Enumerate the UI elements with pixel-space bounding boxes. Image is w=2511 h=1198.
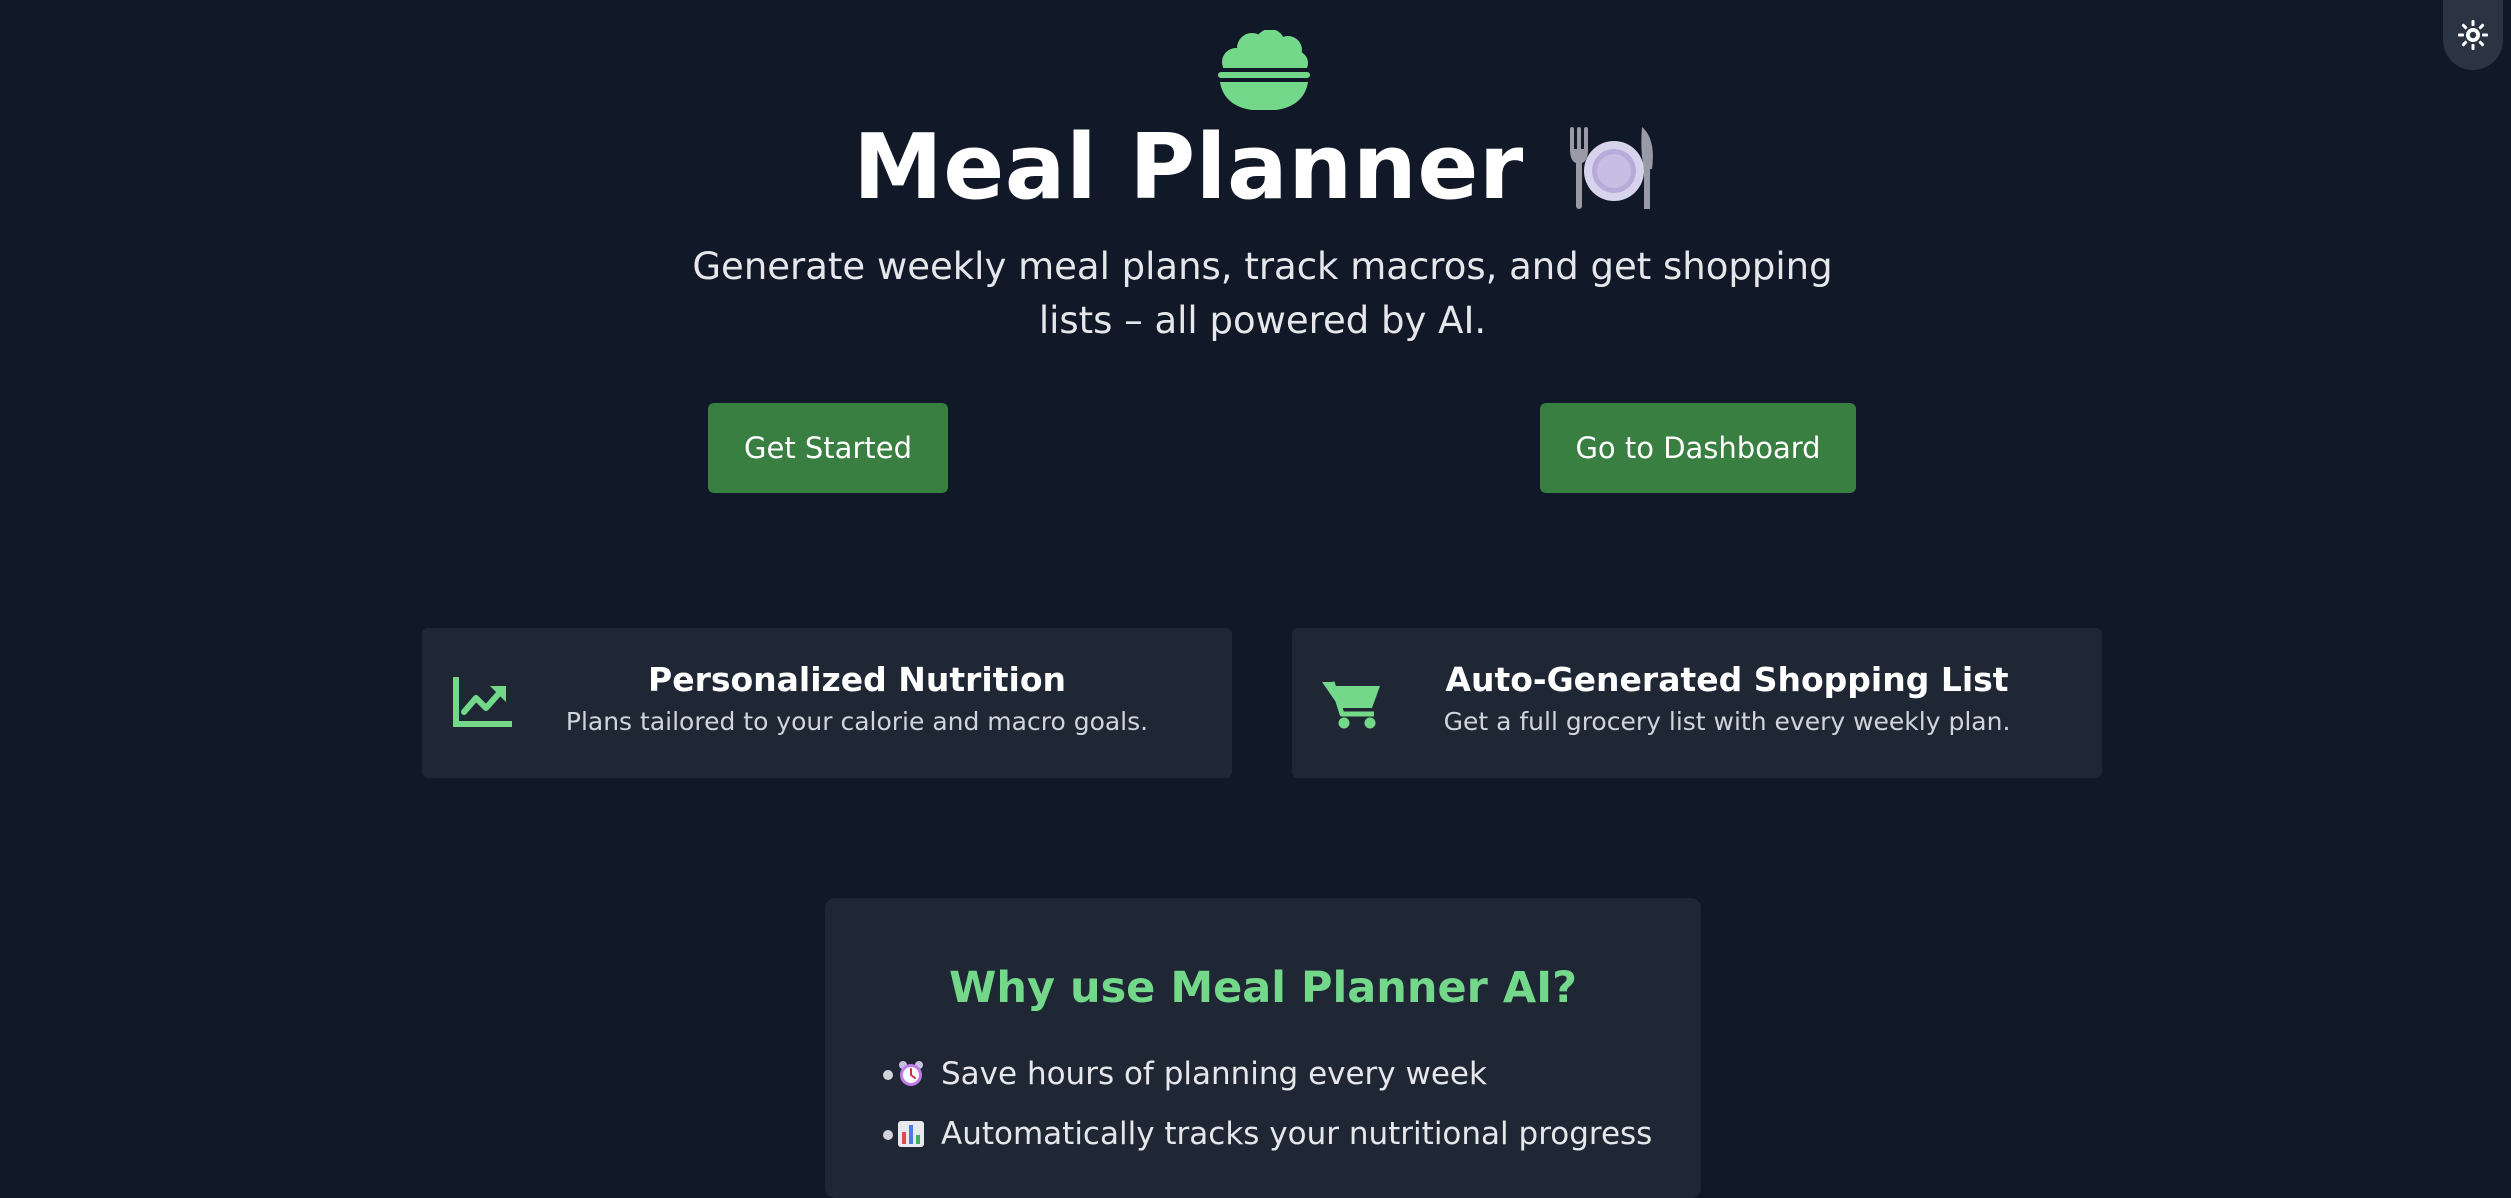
why-item-text: Automatically tracks your nutritional pr… xyxy=(941,1116,1653,1152)
feature-card-personalized-nutrition: Personalized Nutrition Plans tailored to… xyxy=(422,628,1232,778)
shopping-cart-icon xyxy=(1322,681,1380,729)
why-title: Why use Meal Planner AI? xyxy=(948,963,1578,1013)
theme-toggle-button[interactable] xyxy=(2443,0,2503,70)
feature-body: Auto-Generated Shopping List Get a full … xyxy=(1388,658,2066,740)
feature-description: Get a full grocery list with every weekl… xyxy=(1443,707,2011,736)
why-item-text: Save hours of planning every week xyxy=(941,1056,1487,1092)
page-title: Meal Planner xyxy=(853,114,1524,220)
bowl-icon xyxy=(1218,30,1310,110)
why-list: Save hours of planning every week Automa… xyxy=(825,1044,1701,1164)
feature-description: Plans tailored to your calorie and macro… xyxy=(565,707,1149,736)
alarm-clock-icon xyxy=(899,1061,923,1086)
feature-body: Personalized Nutrition Plans tailored to… xyxy=(518,658,1196,740)
hero-subtitle: Generate weekly meal plans, track macros… xyxy=(692,245,1833,342)
list-item: Save hours of planning every week xyxy=(825,1044,1701,1104)
why-section: Why use Meal Planner AI? Save hours of p… xyxy=(825,898,1701,1198)
bullet xyxy=(883,1130,893,1140)
bar-chart-icon xyxy=(898,1121,924,1147)
bullet xyxy=(883,1070,893,1080)
feature-title: Auto-Generated Shopping List xyxy=(1445,660,2009,699)
feature-title: Personalized Nutrition xyxy=(648,660,1066,699)
hero-title: Meal Planner xyxy=(0,112,2511,222)
sun-icon xyxy=(2458,20,2488,50)
chart-line-icon xyxy=(453,677,512,727)
feature-card-shopping-list: Auto-Generated Shopping List Get a full … xyxy=(1292,628,2102,778)
go-to-dashboard-button[interactable]: Go to Dashboard xyxy=(1540,403,1856,493)
list-item: Automatically tracks your nutritional pr… xyxy=(825,1104,1701,1164)
get-started-button[interactable]: Get Started xyxy=(708,403,948,493)
plate-with-cutlery-icon xyxy=(1569,127,1653,209)
